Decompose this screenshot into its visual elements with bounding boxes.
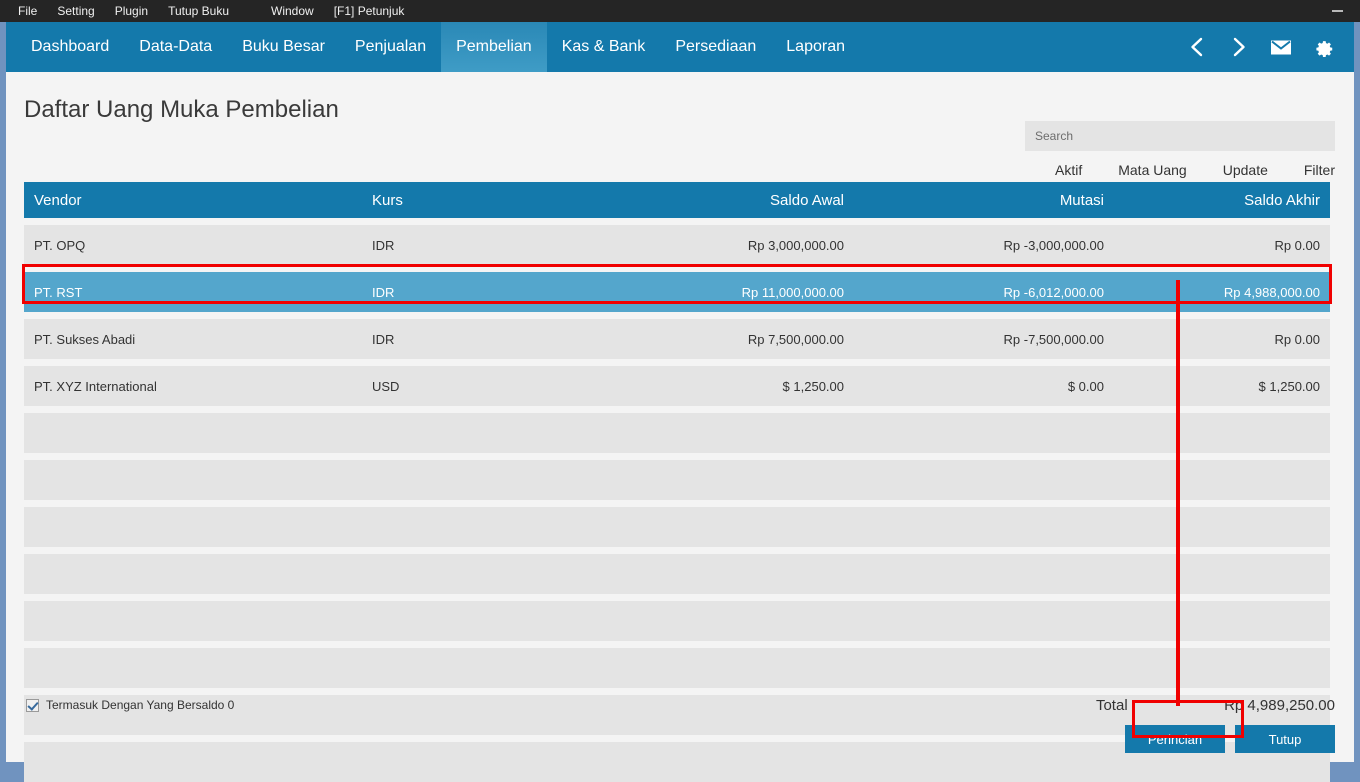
cell-saldo-akhir: Rp 0.00 — [1274, 331, 1320, 347]
checkbox-label: Termasuk Dengan Yang Bersaldo 0 — [46, 698, 235, 712]
table-row[interactable]: PT. XYZ International USD $ 1,250.00 $ 0… — [24, 366, 1330, 406]
cell-saldo-awal: Rp 11,000,000.00 — [741, 284, 844, 300]
cell-mutasi: Rp -3,000,000.00 — [1003, 237, 1104, 253]
column-header-mutasi[interactable]: Mutasi — [854, 192, 1114, 209]
toolbar-link-filter[interactable]: Filter — [1304, 162, 1335, 178]
cell-mutasi: Rp -6,012,000.00 — [1003, 284, 1104, 300]
gear-icon[interactable] — [1302, 22, 1344, 72]
table-row-empty[interactable] — [24, 507, 1330, 547]
cell-kurs: USD — [372, 378, 400, 394]
toolbar-link-mata-uang[interactable]: Mata Uang — [1118, 162, 1186, 178]
nav-tab-kas-bank[interactable]: Kas & Bank — [547, 22, 661, 72]
tutup-button[interactable]: Tutup — [1235, 725, 1335, 753]
nav-tab-dashboard[interactable]: Dashboard — [16, 22, 124, 72]
menu-item-plugin[interactable]: Plugin — [105, 0, 158, 22]
menu-item-file[interactable]: File — [8, 0, 47, 22]
footer-buttons: Perincian Tutup — [1125, 725, 1335, 753]
menu-bar: File Setting Plugin Tutup Buku Window [F… — [0, 0, 1360, 22]
table-row-empty[interactable] — [24, 413, 1330, 453]
table-row[interactable]: PT. OPQ IDR Rp 3,000,000.00 Rp -3,000,00… — [24, 225, 1330, 265]
nav-tab-pembelian[interactable]: Pembelian — [441, 22, 547, 72]
cell-mutasi: $ 0.00 — [1067, 378, 1104, 394]
table-row-selected[interactable]: PT. RST IDR Rp 11,000,000.00 Rp -6,012,0… — [24, 272, 1330, 312]
menu-item-petunjuk[interactable]: [F1] Petunjuk — [324, 0, 415, 22]
table-header-row: Vendor Kurs Saldo Awal Mutasi Saldo Akhi… — [24, 182, 1330, 218]
minimize-icon[interactable] — [1324, 0, 1350, 22]
page-title: Daftar Uang Muka Pembelian — [24, 96, 339, 123]
menu-item-setting[interactable]: Setting — [47, 0, 104, 22]
cell-kurs: IDR — [372, 331, 395, 347]
menu-item-window[interactable]: Window — [261, 0, 324, 22]
column-header-saldo-awal[interactable]: Saldo Awal — [594, 192, 854, 209]
nav-tab-persediaan[interactable]: Persediaan — [660, 22, 771, 72]
toolbar-link-aktif[interactable]: Aktif — [1055, 162, 1082, 178]
table-row[interactable]: PT. Sukses Abadi IDR Rp 7,500,000.00 Rp … — [24, 319, 1330, 359]
nav-tab-buku-besar[interactable]: Buku Besar — [227, 22, 340, 72]
cell-vendor: PT. XYZ International — [34, 378, 157, 394]
cell-saldo-awal: $ 1,250.00 — [782, 378, 844, 394]
envelope-icon[interactable] — [1260, 22, 1302, 72]
cell-vendor: PT. Sukses Abadi — [34, 331, 136, 347]
include-zero-balance-checkbox[interactable]: Termasuk Dengan Yang Bersaldo 0 — [26, 698, 234, 712]
cell-vendor: PT. RST — [34, 284, 83, 300]
toolbar-link-update[interactable]: Update — [1223, 162, 1268, 178]
perincian-button[interactable]: Perincian — [1125, 725, 1225, 753]
cell-saldo-akhir: $ 1,250.00 — [1258, 378, 1320, 394]
table-row-empty[interactable] — [24, 601, 1330, 641]
nav-tab-laporan[interactable]: Laporan — [771, 22, 860, 72]
chevron-right-icon[interactable] — [1218, 22, 1260, 72]
table-row-empty[interactable] — [24, 648, 1330, 688]
cell-mutasi: Rp -7,500,000.00 — [1003, 331, 1104, 347]
toolbar-links: Aktif Mata Uang Update Filter — [1055, 162, 1335, 178]
chevron-left-icon[interactable] — [1176, 22, 1218, 72]
cell-kurs: IDR — [372, 284, 395, 300]
nav-tab-data-data[interactable]: Data-Data — [124, 22, 227, 72]
cell-saldo-akhir: Rp 0.00 — [1274, 237, 1320, 253]
main-navigation: Dashboard Data-Data Buku Besar Penjualan… — [6, 22, 1354, 72]
column-header-vendor[interactable]: Vendor — [24, 192, 364, 209]
column-header-saldo-akhir[interactable]: Saldo Akhir — [1114, 192, 1330, 209]
cell-saldo-awal: Rp 7,500,000.00 — [747, 331, 844, 347]
search-input[interactable] — [1025, 121, 1335, 151]
cell-vendor: PT. OPQ — [34, 237, 86, 253]
nav-tab-penjualan[interactable]: Penjualan — [340, 22, 441, 72]
nav-icon-group — [1176, 22, 1344, 72]
total-value: Rp 4,989,250.00 — [1224, 697, 1335, 714]
column-header-kurs[interactable]: Kurs — [364, 192, 594, 209]
checkbox-box[interactable] — [26, 698, 39, 712]
cell-kurs: IDR — [372, 237, 395, 253]
cell-saldo-akhir: Rp 4,988,000.00 — [1223, 284, 1320, 300]
page-content: Daftar Uang Muka Pembelian Aktif Mata Ua… — [6, 72, 1354, 782]
table-row-empty[interactable] — [24, 460, 1330, 500]
uang-muka-table: Vendor Kurs Saldo Awal Mutasi Saldo Akhi… — [24, 182, 1330, 782]
table-row-empty[interactable] — [24, 554, 1330, 594]
total-label: Total : — [1095, 697, 1136, 714]
cell-saldo-awal: Rp 3,000,000.00 — [747, 237, 844, 253]
menu-item-tutup-buku[interactable]: Tutup Buku — [158, 0, 239, 22]
application-window: File Setting Plugin Tutup Buku Window [F… — [0, 0, 1360, 782]
